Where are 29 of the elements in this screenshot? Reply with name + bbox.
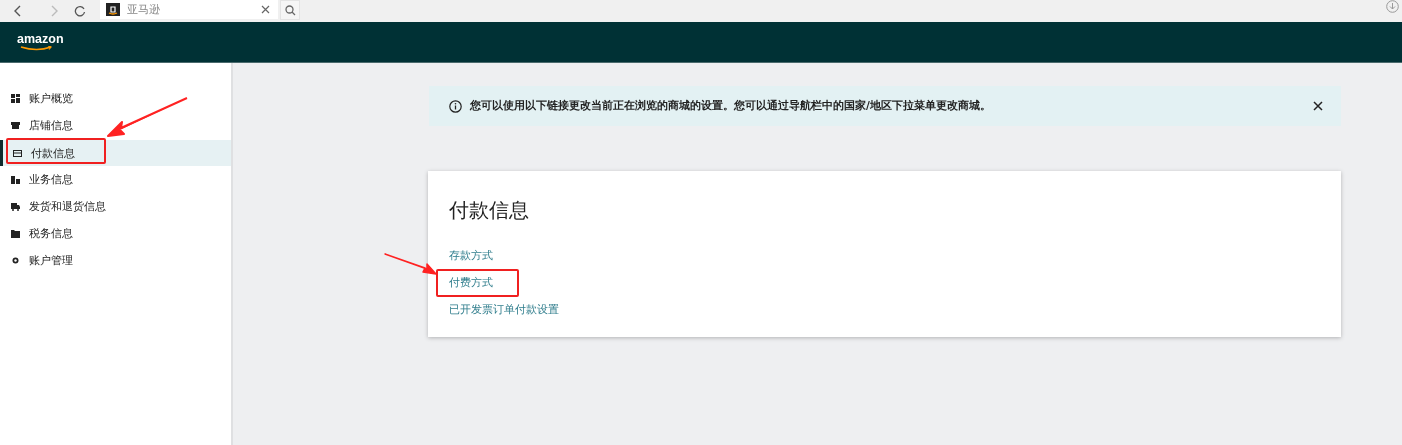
browser-tab[interactable]: 亚马逊 <box>100 0 278 19</box>
search-button[interactable] <box>280 0 300 20</box>
back-icon[interactable] <box>14 5 22 17</box>
banner-text: 您可以使用以下链接更改当前正在浏览的商城的设置。您可以通过导航栏中的国家/地区下拉菜单更改商城。 <box>470 99 991 113</box>
reload-icon[interactable] <box>74 5 86 17</box>
sidebar-icon <box>13 148 22 158</box>
sidebar-item[interactable]: 税务信息 <box>0 220 231 247</box>
tab-title: 亚马逊 <box>127 2 160 17</box>
info-icon <box>449 99 462 113</box>
sidebar-icon <box>11 121 20 130</box>
settings-link[interactable]: 存款方式 <box>449 249 493 263</box>
sidebar-item[interactable]: 账户概览 <box>0 85 231 112</box>
sidebar-icon <box>11 94 20 103</box>
sidebar-item[interactable]: 发货和退货信息 <box>0 193 231 220</box>
close-icon[interactable] <box>1313 101 1323 111</box>
sidebar-item[interactable]: 账户管理 <box>0 247 231 274</box>
search-icon <box>284 4 296 16</box>
sidebar-item[interactable]: 业务信息 <box>0 166 231 193</box>
settings-link[interactable]: 已开发票订单付款设置 <box>449 303 559 317</box>
card-title: 付款信息 <box>449 197 530 224</box>
sidebar-item[interactable]: 店铺信息 <box>0 112 231 139</box>
annotation-arrow <box>384 253 438 277</box>
sidebar-icon <box>11 229 20 238</box>
settings-link[interactable]: 付费方式 <box>436 269 519 297</box>
favicon-icon <box>106 3 120 16</box>
sidebar-icon <box>11 175 20 184</box>
amazon-logo[interactable]: amazon <box>17 32 64 52</box>
sidebar-icon <box>11 256 20 265</box>
sidebar-icon <box>11 202 20 211</box>
